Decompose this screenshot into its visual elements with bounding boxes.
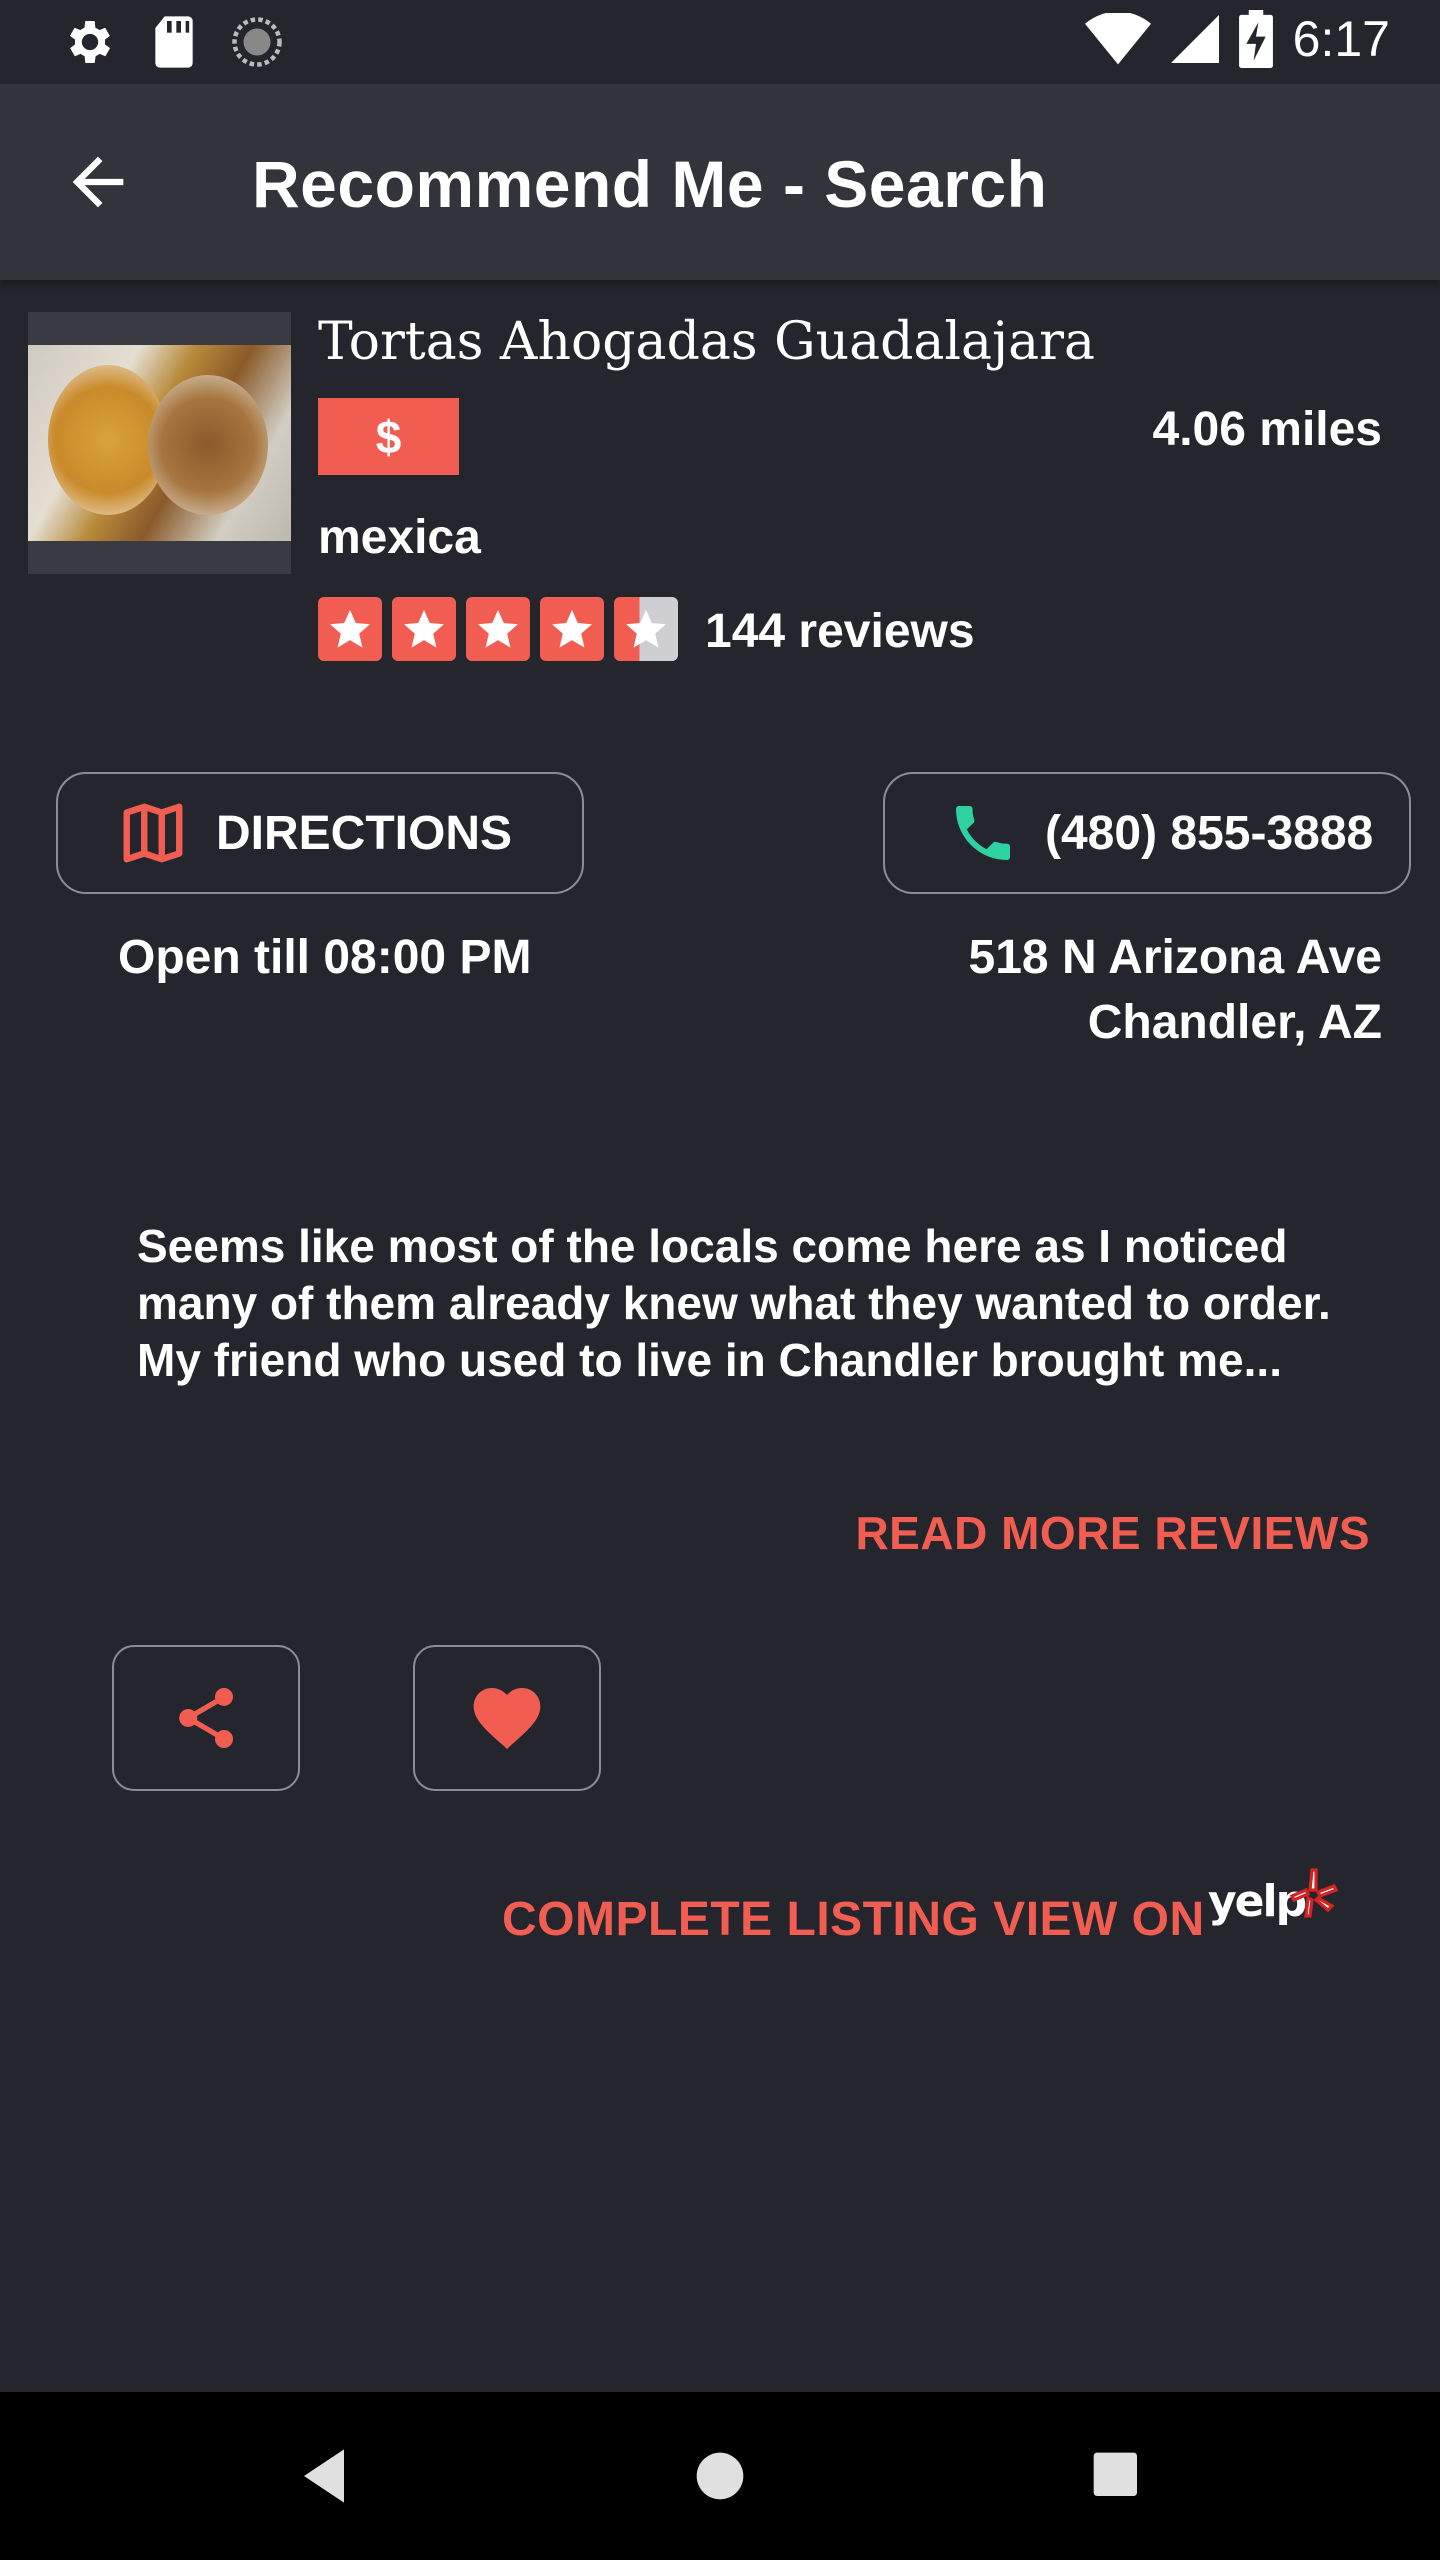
price-badge: $ (318, 398, 459, 475)
directions-label: DIRECTIONS (216, 806, 513, 860)
food-photo (28, 345, 291, 541)
wifi-icon (1084, 13, 1151, 65)
status-right-icons: 6:17 (1084, 10, 1390, 68)
navigation-bar (0, 2392, 1440, 2560)
app-bar: Recommend Me - Search (0, 84, 1440, 280)
home-circle-icon (696, 2452, 744, 2500)
address-line1: 518 N Arizona Ave (968, 931, 1382, 984)
phone-button[interactable]: (480) 855-3888 (883, 772, 1411, 894)
sd-card-icon (155, 16, 193, 68)
status-time: 6:17 (1292, 11, 1390, 67)
heart-icon (473, 1688, 541, 1749)
business-photo[interactable] (28, 312, 291, 574)
status-bar: 6:17 (0, 0, 1440, 84)
arrow-back-icon (72, 156, 124, 208)
yelp-burst-icon (1290, 1868, 1338, 1918)
review-snippet: Seems like most of the locals come here … (137, 1220, 1331, 1386)
half-star-icon (614, 597, 678, 661)
distance-text: 4.06 miles (1152, 403, 1383, 456)
directions-button[interactable]: DIRECTIONS (56, 772, 584, 894)
nav-back-button[interactable] (284, 2436, 364, 2516)
address-line2: Chandler, AZ (1087, 996, 1382, 1049)
settings-icon (69, 21, 111, 63)
business-name[interactable]: Tortas Ahogadas Guadalajara (318, 312, 1095, 372)
recents-square-icon (1093, 2452, 1137, 2496)
category-text: mexica (318, 511, 481, 564)
star-icon (540, 597, 604, 661)
page-title: Recommend Me - Search (252, 147, 1048, 221)
phone-label: (480) 855-3888 (1045, 806, 1374, 860)
favorite-button[interactable] (413, 1645, 601, 1791)
back-button[interactable] (60, 144, 136, 220)
sync-icon (232, 17, 282, 67)
star-rating (318, 597, 678, 661)
battery-charging-icon (1238, 10, 1273, 68)
star-icon (392, 597, 456, 661)
map-icon (123, 803, 183, 863)
status-left-icons (62, 14, 284, 70)
food-blob-2 (148, 375, 268, 515)
open-hours: Open till 08:00 PM (118, 931, 532, 984)
share-button[interactable] (112, 1645, 300, 1791)
yelp-logo[interactable]: yelp (1208, 1868, 1338, 1948)
nav-home-button[interactable] (680, 2436, 760, 2516)
read-more-reviews-link[interactable]: READ MORE REVIEWS (855, 1506, 1370, 1560)
complete-listing-link[interactable]: COMPLETE LISTING VIEW ON (502, 1892, 1205, 1947)
review-count: 144 reviews (705, 605, 975, 658)
star-icon (318, 597, 382, 661)
signal-icon (1170, 15, 1219, 63)
nav-recents-button[interactable] (1077, 2436, 1157, 2516)
share-icon (179, 1687, 233, 1748)
phone-icon (956, 806, 1010, 860)
star-icon (466, 597, 530, 661)
back-triangle-icon (304, 2449, 344, 2503)
